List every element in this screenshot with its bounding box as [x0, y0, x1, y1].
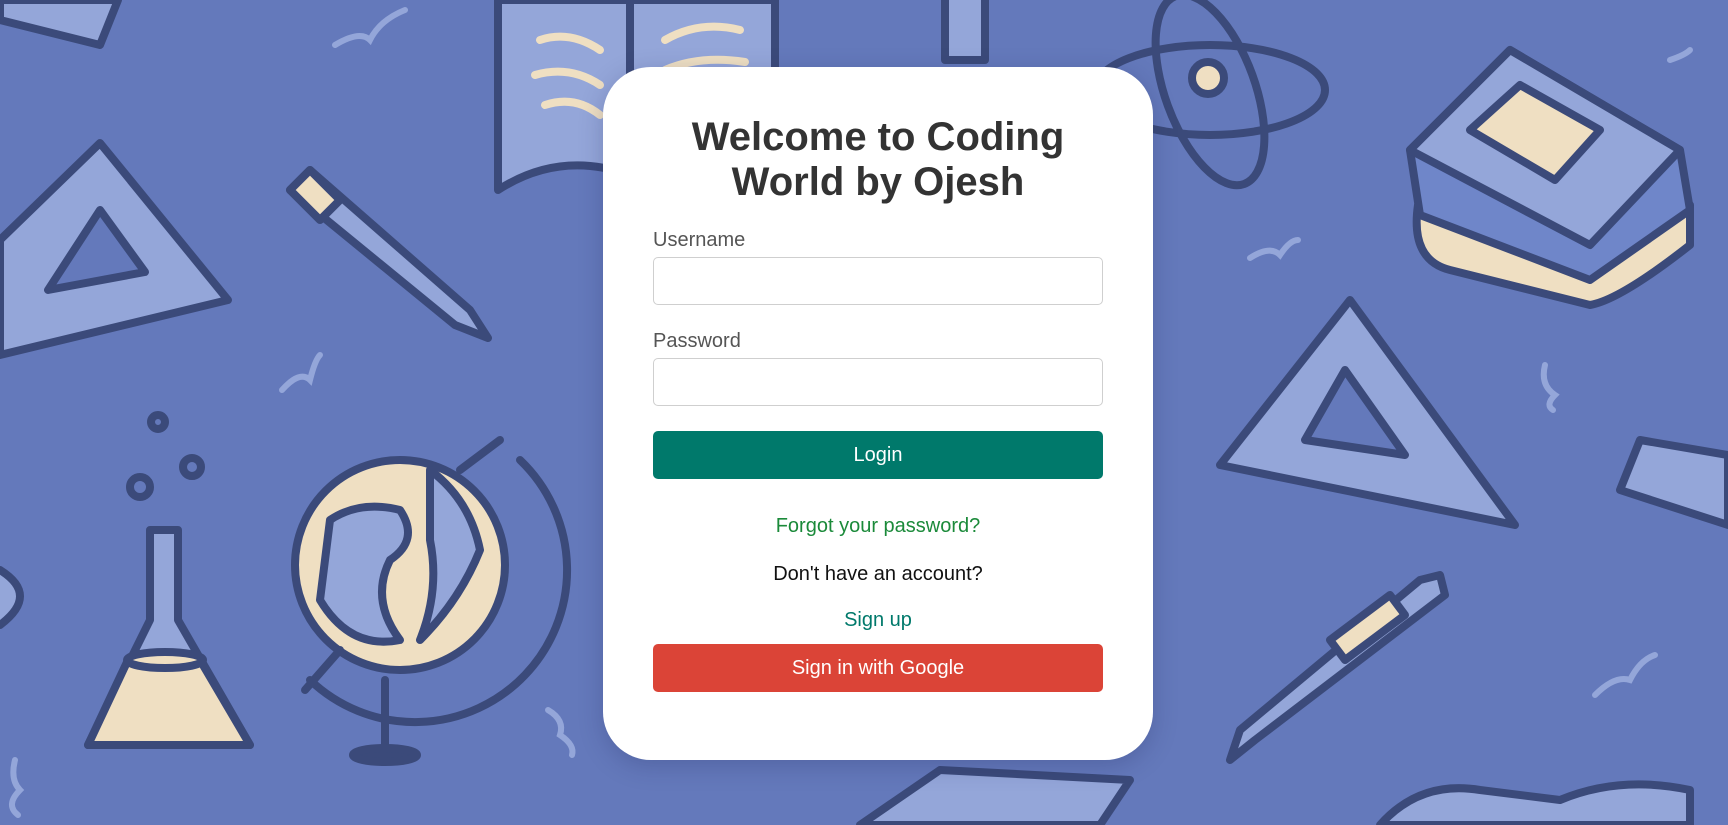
password-input[interactable] — [653, 358, 1103, 406]
password-label: Password — [653, 330, 741, 352]
google-sign-in-button[interactable]: Sign in with Google — [653, 644, 1103, 692]
sign-up-link[interactable]: Sign up — [653, 608, 1103, 632]
username-label: Username — [653, 229, 746, 251]
login-button[interactable]: Login — [653, 431, 1103, 479]
no-account-text: Don't have an account? — [773, 563, 983, 585]
flask-icon — [941, 0, 989, 64]
username-input[interactable] — [653, 257, 1103, 305]
login-card: Welcome to Coding World by Ojesh Usernam… — [603, 67, 1153, 760]
forgot-password-link[interactable]: Forgot your password? — [653, 514, 1103, 538]
page-title: Welcome to Coding World by Ojesh — [691, 115, 1065, 204]
